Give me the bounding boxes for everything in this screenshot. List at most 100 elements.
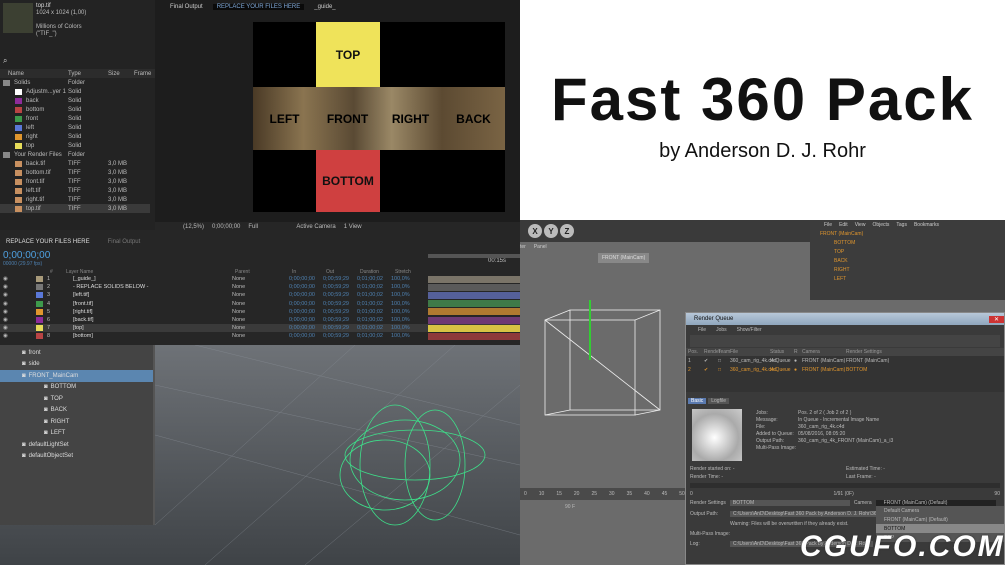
label-color[interactable] (36, 292, 43, 299)
eye-icon[interactable]: ◉ (0, 292, 36, 298)
rq-menu-item[interactable]: Jobs (716, 327, 727, 333)
layer-dur[interactable]: 0;01;00;02 (357, 333, 391, 339)
col-frame[interactable]: Frame (134, 71, 151, 77)
layer-name[interactable]: - REPLACE SOLIDS BELOW - (57, 284, 232, 290)
project-item[interactable]: front.tif TIFF 3,0 MB (0, 177, 150, 186)
layer-bar[interactable] (428, 300, 520, 308)
parent-select[interactable]: None (232, 284, 289, 290)
current-time[interactable]: 0;00;00;00 (212, 224, 240, 230)
layer-out[interactable]: 0;00;59;29 (323, 292, 357, 298)
layer-in[interactable]: 0;00;00;00 (289, 284, 323, 290)
layer-out[interactable]: 0;00;59;29 (323, 325, 357, 331)
layer-in[interactable]: 0;00;00;00 (289, 325, 323, 331)
object-item[interactable]: TOP (820, 247, 1005, 256)
menu-filter[interactable]: ter (520, 244, 526, 250)
rq-job-row[interactable]: 1 ✔ □ 360_cam_rig_4k.c4d In Queue ● FRONT (Mai… (686, 356, 1004, 365)
project-item[interactable]: Solids Folder (0, 78, 150, 87)
layer-stretch[interactable]: 100,0% (391, 309, 425, 315)
layer-stretch[interactable]: 100,0% (391, 276, 425, 282)
tab-replace-files-tl[interactable]: REPLACE YOUR FILES HERE (6, 239, 90, 245)
layer-out[interactable]: 0;00;59;29 (323, 301, 357, 307)
layer-bar[interactable] (428, 291, 520, 299)
layer-name[interactable]: [top] (57, 325, 232, 331)
eye-icon[interactable]: ◉ (0, 333, 36, 339)
camera-option[interactable]: Default Camera (876, 506, 1004, 515)
layer-name[interactable]: [right.tif] (57, 309, 232, 315)
rq-menu-item[interactable]: Show/Filter (737, 327, 762, 333)
tab-basic[interactable]: Basic (688, 397, 707, 404)
views-select[interactable]: 1 View (344, 224, 362, 230)
eye-icon[interactable]: ◉ (0, 301, 36, 307)
layer-row[interactable]: ◉ 4 [front.tif] None 0;00;00;00 0;00;59;29 0;0… (0, 300, 520, 308)
project-item[interactable]: bottom.tif TIFF 3,0 MB (0, 168, 150, 177)
axis-y-button[interactable]: Y (544, 224, 558, 238)
om-menu-item[interactable]: Bookmarks (914, 222, 939, 228)
eye-icon[interactable]: ◉ (0, 276, 36, 282)
camera-option[interactable]: FRONT (MainCam) (Default) (876, 515, 1004, 524)
project-item[interactable]: front Solid (0, 114, 150, 123)
parent-select[interactable]: None (232, 317, 289, 323)
object-item[interactable]: BOTTOM (820, 238, 1005, 247)
tab-guide[interactable]: _guide_ (314, 4, 335, 10)
outliner-item[interactable]: ◙ BOTTOM (0, 382, 153, 394)
outliner-item[interactable]: ◙ RIGHT (0, 416, 153, 428)
label-color[interactable] (36, 317, 43, 324)
project-item[interactable]: back.tif TIFF 3,0 MB (0, 159, 150, 168)
eye-icon[interactable]: ◉ (0, 325, 36, 331)
comp-canvas[interactable]: TOP LEFT FRONT RIGHT BACK BOTTOM (253, 22, 505, 212)
tab-logfile[interactable]: Logfile (708, 397, 729, 404)
layer-row[interactable]: ◉ 2 - REPLACE SOLIDS BELOW - None 0;00;00;00… (0, 283, 520, 291)
axis-z-button[interactable]: Z (560, 224, 574, 238)
layer-bar[interactable] (428, 275, 520, 283)
parent-select[interactable]: None (232, 301, 289, 307)
layer-name[interactable]: [bottom] (57, 333, 232, 339)
parent-select[interactable]: None (232, 309, 289, 315)
axis-x-button[interactable]: X (528, 224, 542, 238)
close-button[interactable]: ✕ (988, 315, 1004, 323)
label-color[interactable] (36, 284, 43, 291)
layer-dur[interactable]: 0;01;00;02 (357, 309, 391, 315)
layer-name[interactable]: [left.tif] (57, 292, 232, 298)
layer-out[interactable]: 0;00;59;29 (323, 284, 357, 290)
layer-in[interactable]: 0;00;00;00 (289, 276, 323, 282)
project-item[interactable]: top.tif TIFF 3,0 MB (0, 204, 150, 213)
col-name[interactable]: Name (0, 71, 68, 77)
timecode[interactable]: 0;00;00;00 (3, 250, 50, 261)
camera-select[interactable]: FRONT (MainCam) (Default) (875, 499, 996, 506)
layer-row[interactable]: ◉ 5 [right.tif] None 0;00;00;00 0;00;59;29 0;0… (0, 308, 520, 316)
outliner-item[interactable]: ◙ defaultObjectSet (0, 451, 153, 463)
object-item[interactable]: BACK (820, 256, 1005, 265)
layer-dur[interactable]: 0;01;00;02 (357, 317, 391, 323)
parent-select[interactable]: None (232, 333, 289, 339)
layer-out[interactable]: 0;00;59;29 (323, 317, 357, 323)
om-menu-item[interactable]: Tags (896, 222, 907, 228)
outliner-item[interactable]: ◙ front (0, 347, 153, 359)
object-item[interactable]: LEFT (820, 274, 1005, 283)
layer-dur[interactable]: 0;01;00;02 (357, 292, 391, 298)
tab-replace-files[interactable]: REPLACE YOUR FILES HERE (212, 3, 305, 10)
job-checkbox[interactable]: ✔ (702, 358, 716, 364)
eye-icon[interactable]: ◉ (0, 284, 36, 290)
resolution-select[interactable]: Full (248, 224, 288, 230)
layer-in[interactable]: 0;00;00;00 (289, 333, 323, 339)
work-area-bar[interactable] (428, 254, 520, 258)
project-item[interactable]: left.tif TIFF 3,0 MB (0, 186, 150, 195)
project-item[interactable]: bottom Solid (0, 105, 150, 114)
object-item[interactable]: RIGHT (820, 265, 1005, 274)
layer-in[interactable]: 0;00;00;00 (289, 309, 323, 315)
layer-row[interactable]: ◉ 7 [top] None 0;00;00;00 0;00;59;29 0;01;00;0… (0, 324, 520, 333)
label-color[interactable] (36, 325, 43, 332)
layer-name[interactable]: [back.tif] (57, 317, 232, 323)
outliner-item[interactable]: ◙ FRONT_MainCam (0, 370, 153, 382)
project-item[interactable]: back Solid (0, 96, 150, 105)
outliner-item[interactable]: ◙ defaultLightSet (0, 439, 153, 451)
layer-out[interactable]: 0;00;59;29 (323, 276, 357, 282)
layer-dur[interactable]: 0;01;00;02 (357, 276, 391, 282)
camera-select[interactable]: Active Camera (296, 224, 335, 230)
outliner-item[interactable]: ◙ side (0, 359, 153, 371)
layer-bar[interactable] (428, 332, 520, 340)
job-checkbox[interactable]: ✔ (702, 367, 716, 373)
zoom-select[interactable]: (12,5%) (183, 224, 204, 230)
menu-panel[interactable]: Panel (534, 244, 547, 250)
project-item[interactable]: right Solid (0, 132, 150, 141)
